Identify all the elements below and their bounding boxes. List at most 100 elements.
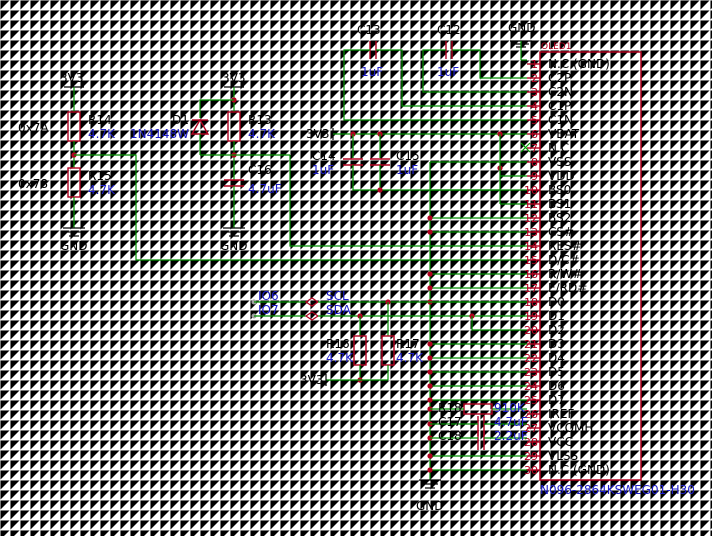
r15-ref: R15	[88, 169, 112, 183]
oled-pin-name: C1N	[548, 113, 573, 127]
oled-pin-4[interactable]: 4 C1P	[527, 99, 571, 113]
oled-pin-number: 5	[531, 114, 538, 127]
oled-pin-name: D0	[548, 295, 565, 309]
oled-pin-name: C1P	[548, 99, 571, 113]
oled-pin-name: BS2	[548, 211, 571, 225]
oled-pin-12[interactable]: 12 BS2	[524, 211, 571, 225]
r14-ref: R14	[88, 113, 112, 127]
oled-pin-13[interactable]: 13 CS#	[524, 225, 574, 239]
oled-pin-number: 1	[531, 58, 538, 71]
oled-pin-6[interactable]: 6 VBAT	[527, 127, 580, 141]
oled-pin-17[interactable]: 17 E/RD#	[524, 281, 587, 295]
r17-ref: R17	[396, 337, 420, 351]
junction-dot	[427, 397, 433, 403]
oled-pin-name: R/W#	[548, 267, 582, 281]
oled-pin-name: N.C.	[548, 141, 573, 155]
c16-ref: C16	[248, 163, 272, 177]
oled-pin-name: VCOMH	[548, 421, 593, 435]
oled-pin-16[interactable]: 16 R/W#	[524, 267, 582, 281]
oled-pin-name: D4	[548, 351, 565, 365]
oled-pin-name: D3	[548, 337, 565, 351]
oled-pin-number: 7	[531, 142, 538, 155]
oled-pin-name: D5	[548, 365, 565, 379]
oled-pin-7[interactable]: 7 N.C.	[527, 141, 573, 155]
oled-pin-29[interactable]: 29 VLSS	[524, 449, 578, 463]
oled-pin-5[interactable]: 5 C1N	[527, 113, 573, 127]
oled-pin-name: IREF	[548, 407, 574, 421]
r15-gnd-label: GND	[60, 239, 88, 253]
junction-dot	[427, 229, 433, 235]
junction-dot	[427, 271, 433, 277]
oled-pin-2[interactable]: 2 C2P	[527, 71, 571, 85]
reset-gnd-label: GND	[220, 239, 248, 253]
d1-value: 1N4148W	[130, 127, 189, 141]
r14-3v3-label: 3V3	[60, 71, 83, 85]
oled-pin-number: 4	[531, 100, 538, 113]
oled-pin-11[interactable]: 11 BS1	[524, 197, 571, 211]
oled-pin-name: C2P	[548, 71, 571, 85]
address-note-7a: 0x7A	[18, 121, 49, 135]
oled-pin-name: C2N	[548, 85, 573, 99]
r18-ref: R18	[438, 401, 462, 415]
junction-dot	[427, 341, 433, 347]
oled-pin-name: D1	[548, 309, 565, 323]
oled-pin-name: VBAT	[548, 127, 580, 141]
oled-pin-name: VSS	[548, 155, 571, 169]
oled-pin-name: N.C.(GND)	[548, 57, 610, 71]
junction-dot	[427, 467, 433, 473]
oled-pin-28[interactable]: 28 VCC	[524, 435, 573, 449]
c18-ref: C18	[438, 429, 462, 443]
oled-pin-name: VLSS	[548, 449, 578, 463]
oled-pin-name: N.C.(GND)	[548, 463, 610, 477]
oled-pin-name: D/C#	[548, 253, 580, 267]
oled-pin-number: 2	[531, 72, 538, 85]
c12-ref: C12	[437, 23, 461, 37]
junction-dot	[427, 383, 433, 389]
junction-dot	[427, 453, 433, 459]
io6-label: IO6	[258, 289, 279, 303]
oled-pin-name: BS0	[548, 183, 571, 197]
oled-pin-number: 3	[531, 86, 538, 99]
c17-value: 4.7uF	[494, 415, 528, 429]
pullup-3v3-label: 3V3	[300, 373, 323, 387]
schematic-canvas: OLED1 N096-2864KSWEG01-H30 1 N.C.(GND) 2 C2…	[0, 0, 712, 536]
address-note-78: 0x78	[18, 177, 48, 191]
oled-pin-3[interactable]: 3 C2N	[527, 85, 573, 99]
scl-label: SCL	[326, 289, 349, 303]
c14-ref: C14	[312, 149, 336, 163]
c12-value: 1uF	[437, 65, 459, 79]
oled-pin-10[interactable]: 10 BS0	[524, 183, 571, 197]
junction-dot	[427, 215, 433, 221]
io7-label: IO7	[258, 303, 279, 317]
junction-dot	[427, 355, 433, 361]
r14-value: 4.7K	[88, 127, 116, 141]
oled-pin-14[interactable]: 14 RES#	[524, 239, 582, 253]
vbat-3v3-label: 3V3	[306, 127, 329, 141]
oled-pin-name: VCC	[548, 435, 573, 449]
oled-pin-15[interactable]: 15 D/C#	[524, 253, 580, 267]
r16-ref: R16	[326, 337, 350, 351]
oled-pin-name: CS#	[548, 225, 574, 239]
gnd-label: GND	[508, 21, 536, 35]
oled-pin-30[interactable]: 30 N.C.(GND)	[524, 463, 610, 477]
oled-pin-9[interactable]: 9 VDD	[527, 169, 575, 183]
reset-3v3-label: 3V3	[222, 71, 245, 85]
oled-pin-name: VDD	[548, 169, 575, 183]
oled-pin-8[interactable]: 8 VSS	[527, 155, 571, 169]
junction-dot	[427, 285, 433, 291]
r18-value: 910K	[494, 401, 526, 415]
oled-pin-27[interactable]: 27 VCOMH	[524, 421, 593, 435]
c13-ref: C13	[357, 23, 381, 37]
r17-value: 4.7K	[396, 351, 424, 365]
c13-value: 1uF	[361, 65, 383, 79]
sda-label: SDA	[326, 303, 352, 317]
oled-pin-name: RES#	[548, 239, 582, 253]
oled-pin-name: E/RD#	[548, 281, 587, 295]
c14-value: 1uF	[312, 163, 334, 177]
oled-pin-26[interactable]: 26 IREF	[524, 407, 574, 421]
oled-ref: OLED1	[541, 42, 571, 52]
oled-pin-name: D6	[548, 379, 565, 393]
c17-ref: C17	[438, 415, 462, 429]
gnd-bus-label: GND	[416, 499, 444, 513]
d1-ref: D1	[172, 113, 189, 127]
